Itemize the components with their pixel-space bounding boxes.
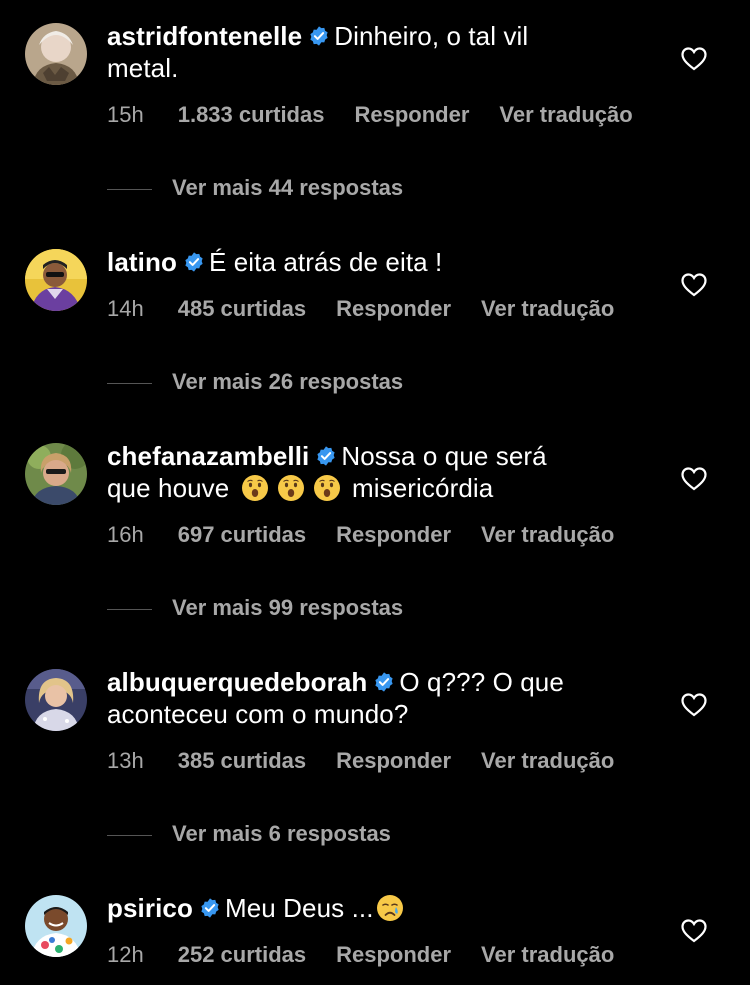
username[interactable]: astridfontenelle [107,21,302,51]
comment-text: Meu Deus ... [224,893,374,923]
replies-divider [107,188,152,190]
avatar[interactable] [25,23,87,85]
view-replies-label: Ver mais 44 respostas [172,175,404,200]
comment-text-continued: que houve [107,473,230,503]
astonished-face-emoji [241,474,269,502]
comment-meta: 12h 252 curtidas Responder Ver tradução [107,942,644,968]
verified-badge-icon [315,445,337,467]
astonished-face-emoji [277,474,305,502]
crying-face-emoji [376,894,404,922]
translate-button[interactable]: Ver tradução [481,522,614,547]
view-replies-button[interactable]: Ver mais 6 respostas [107,821,391,847]
comment-text-end: misericórdia [352,473,494,503]
comment-text-continued: aconteceu com o mundo? [107,699,409,729]
replies-divider [107,834,152,836]
avatar[interactable] [25,895,87,957]
avatar[interactable] [25,443,87,505]
username[interactable]: latino [107,247,177,277]
verified-badge-icon [199,897,221,919]
timestamp: 15h [107,102,144,127]
comment-text: Dinheiro, o tal vil [334,21,529,51]
comment-meta: 16h 697 curtidas Responder Ver tradução [107,522,644,548]
comment-text: Nossa o que será [341,441,547,471]
like-heart-icon[interactable] [681,693,707,717]
reply-button[interactable]: Responder [336,296,451,321]
likes-count[interactable]: 697 curtidas [178,522,306,547]
view-replies-label: Ver mais 6 respostas [172,821,391,846]
view-replies-label: Ver mais 99 respostas [172,595,404,620]
comment-meta: 13h 385 curtidas Responder Ver tradução [107,748,644,774]
replies-divider [107,382,152,384]
view-replies-button[interactable]: Ver mais 99 respostas [107,595,403,621]
avatar[interactable] [25,249,87,311]
like-heart-icon[interactable] [681,47,707,71]
astonished-face-emoji [313,474,341,502]
like-heart-icon[interactable] [681,273,707,297]
avatar[interactable] [25,669,87,731]
reply-button[interactable]: Responder [336,522,451,547]
replies-divider [107,608,152,610]
likes-count[interactable]: 485 curtidas [178,296,306,321]
verified-badge-icon [183,251,205,273]
likes-count[interactable]: 385 curtidas [178,748,306,773]
username[interactable]: albuquerquedeborah [107,667,367,697]
likes-count[interactable]: 252 curtidas [178,942,306,967]
like-heart-icon[interactable] [681,467,707,491]
comment-meta: 15h 1.833 curtidas Responder Ver tradução [107,102,663,128]
username[interactable]: chefanazambelli [107,441,309,471]
translate-button[interactable]: Ver tradução [499,102,632,127]
view-replies-label: Ver mais 26 respostas [172,369,404,394]
timestamp: 12h [107,942,144,967]
comment-text: O q??? O que [399,667,564,697]
reply-button[interactable]: Responder [336,748,451,773]
reply-button[interactable]: Responder [336,942,451,967]
username[interactable]: psirico [107,893,193,923]
verified-badge-icon [308,25,330,47]
view-replies-button[interactable]: Ver mais 44 respostas [107,175,403,201]
likes-count[interactable]: 1.833 curtidas [178,102,325,127]
timestamp: 13h [107,748,144,773]
comment-text: É eita atrás de eita ! [208,247,443,277]
translate-button[interactable]: Ver tradução [481,942,614,967]
like-heart-icon[interactable] [681,919,707,943]
view-replies-button[interactable]: Ver mais 26 respostas [107,369,403,395]
comments-feed: astridfontenelle Dinheiro, o tal vil meta… [0,0,750,985]
comment-text-continued: metal. [107,53,179,83]
timestamp: 16h [107,522,144,547]
translate-button[interactable]: Ver tradução [481,748,614,773]
reply-button[interactable]: Responder [354,102,469,127]
timestamp: 14h [107,296,144,321]
translate-button[interactable]: Ver tradução [481,296,614,321]
verified-badge-icon [373,671,395,693]
comment-meta: 14h 485 curtidas Responder Ver tradução [107,296,644,322]
